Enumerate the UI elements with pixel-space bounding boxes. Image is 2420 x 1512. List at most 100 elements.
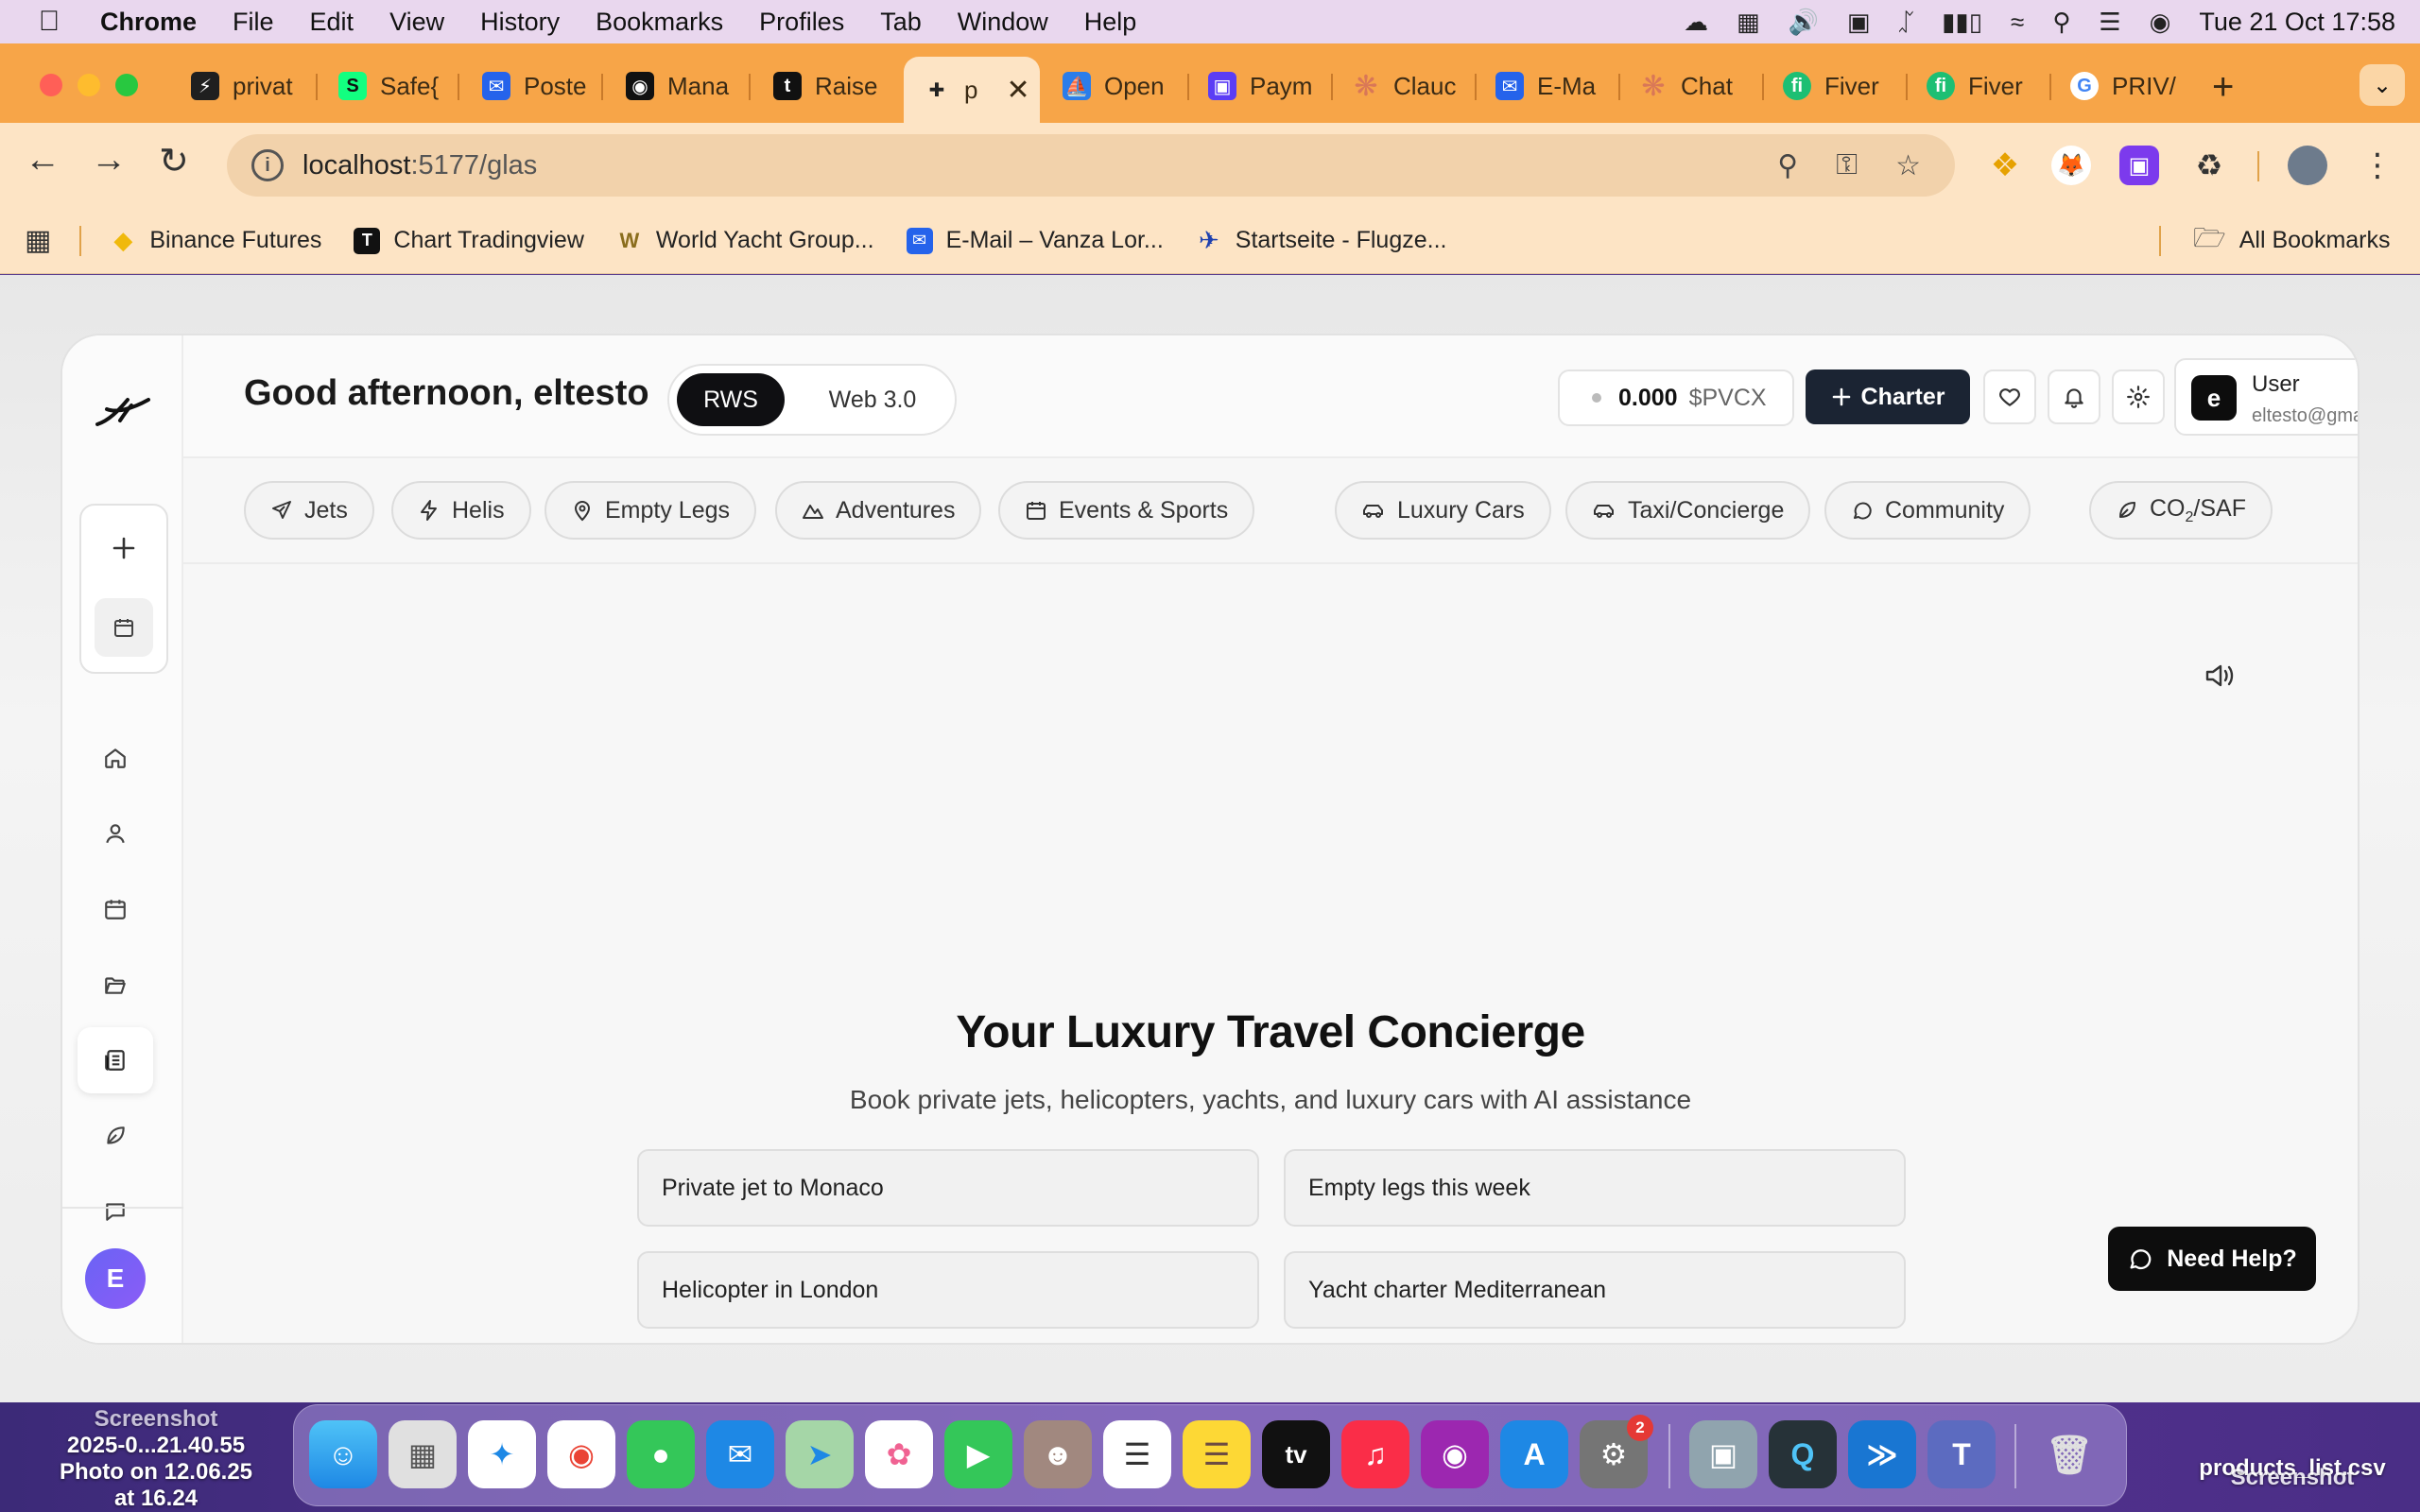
- profile-avatar-icon[interactable]: [2288, 146, 2327, 185]
- apple-icon[interactable]: : [21, 6, 78, 38]
- category-empty-legs[interactable]: Empty Legs: [544, 481, 757, 540]
- browser-tab[interactable]: fi Fiver: [1783, 60, 1889, 112]
- close-window-button[interactable]: [40, 74, 62, 96]
- reminders-icon[interactable]: ☰: [1103, 1420, 1171, 1488]
- browser-tab[interactable]: ✉ E-Ma: [1495, 60, 1601, 112]
- category-co2-saf[interactable]: CO2/SAF: [2089, 481, 2273, 540]
- browser-tab-active[interactable]: ✚ p ✕: [904, 57, 1040, 123]
- menubar-clock[interactable]: Tue 21 Oct 17:58: [2199, 8, 2395, 37]
- user-menu[interactable]: e User eltesto@gmail....: [2174, 358, 2358, 436]
- memory-meter-icon[interactable]: ▦: [1737, 8, 1760, 37]
- location-pin-icon[interactable]: ⚲: [1777, 149, 1798, 182]
- category-taxi-concierge[interactable]: Taxi/Concierge: [1565, 481, 1811, 540]
- suggestion-chip[interactable]: Helicopter in London: [637, 1251, 1259, 1329]
- category-luxury-cars[interactable]: Luxury Cars: [1335, 481, 1551, 540]
- mail-icon[interactable]: ✉: [706, 1420, 774, 1488]
- password-key-icon[interactable]: ⚿: [1836, 149, 1858, 182]
- sidebar-item-news[interactable]: [78, 1027, 153, 1093]
- chrome-menu-icon[interactable]: ⋮: [2358, 146, 2397, 185]
- site-info-icon[interactable]: i: [251, 149, 284, 181]
- category-adventures[interactable]: Adventures: [775, 481, 982, 540]
- preview-icon[interactable]: ▣: [1689, 1420, 1757, 1488]
- menu-tab[interactable]: Tab: [880, 8, 922, 37]
- browser-tab[interactable]: ❋ Chat: [1639, 60, 1745, 112]
- suggestion-chip[interactable]: Empty legs this week: [1284, 1149, 1906, 1227]
- wifi-icon[interactable]: ≈: [2011, 8, 2024, 37]
- brand-logo-icon[interactable]: [87, 385, 159, 438]
- menu-help[interactable]: Help: [1084, 8, 1137, 37]
- address-bar[interactable]: i localhost:5177/glas ⚲ ⚿ ☆: [227, 134, 1955, 197]
- photos-icon[interactable]: ✿: [865, 1420, 933, 1488]
- mode-web3-button[interactable]: Web 3.0: [811, 373, 934, 426]
- bookmark-star-icon[interactable]: ☆: [1895, 149, 1921, 182]
- desktop-file-label-left[interactable]: Screenshot 2025-0...21.40.55 Photo on 12…: [38, 1406, 274, 1512]
- safari-icon[interactable]: ✦: [468, 1420, 536, 1488]
- sidebar-item-profile[interactable]: [78, 800, 153, 867]
- system-settings-icon[interactable]: ⚙ 2: [1580, 1415, 1653, 1488]
- browser-tab[interactable]: fi Fiver: [1927, 60, 2032, 112]
- apps-grid-icon[interactable]: ▦: [25, 224, 51, 257]
- browser-tab[interactable]: ◉ Mana: [626, 60, 732, 112]
- browser-tab[interactable]: S Safe{: [338, 60, 442, 112]
- notifications-button[interactable]: [2048, 369, 2100, 424]
- apple-tv-icon[interactable]: tv: [1262, 1420, 1330, 1488]
- podcasts-icon[interactable]: ◉: [1421, 1420, 1489, 1488]
- browser-tab[interactable]: t Raise: [773, 60, 879, 112]
- extension-icon[interactable]: ❖: [1985, 146, 2025, 185]
- category-helis[interactable]: Helis: [391, 481, 531, 540]
- calendar-quick-button[interactable]: [95, 598, 153, 657]
- menu-window[interactable]: Window: [958, 8, 1048, 37]
- teams-icon[interactable]: T: [1927, 1420, 1996, 1488]
- siri-icon[interactable]: ◉: [2150, 8, 2171, 37]
- desktop-file-label-right[interactable]: products_list.csv Screenshot: [2165, 1455, 2420, 1491]
- volume-icon[interactable]: 🔊: [1789, 8, 1819, 37]
- new-tab-button[interactable]: +: [2212, 66, 2234, 109]
- token-balance[interactable]: 0.000 $PVCX: [1558, 369, 1794, 426]
- browser-tab[interactable]: ▣ Paym: [1208, 60, 1314, 112]
- sound-toggle-button[interactable]: [2204, 662, 2237, 695]
- extension-icon[interactable]: ▣: [2119, 146, 2159, 185]
- finder-icon[interactable]: ☺: [309, 1420, 377, 1488]
- category-events-sports[interactable]: Events & Sports: [998, 481, 1255, 540]
- sidebar-item-messages[interactable]: [78, 1178, 153, 1245]
- menu-history[interactable]: History: [480, 8, 560, 37]
- menu-profiles[interactable]: Profiles: [759, 8, 844, 37]
- quicktime-icon[interactable]: Q: [1769, 1420, 1837, 1488]
- suggestion-chip[interactable]: Private jet to Monaco: [637, 1149, 1259, 1227]
- extensions-puzzle-icon[interactable]: ♻: [2189, 146, 2229, 185]
- zoom-window-button[interactable]: [115, 74, 138, 96]
- reload-button[interactable]: ↻: [159, 140, 189, 182]
- bookmark-item[interactable]: W World Yacht Group...: [616, 227, 874, 254]
- browser-tab[interactable]: ✉ Poste: [482, 60, 588, 112]
- cloud-status-icon[interactable]: ☁: [1684, 8, 1708, 37]
- mode-rws-button[interactable]: RWS: [677, 373, 785, 426]
- chrome-icon[interactable]: ◉: [547, 1420, 615, 1488]
- category-jets[interactable]: Jets: [244, 481, 374, 540]
- need-help-button[interactable]: Need Help?: [2108, 1227, 2316, 1291]
- app-store-icon[interactable]: A: [1500, 1420, 1568, 1488]
- bookmark-item[interactable]: T Chart Tradingview: [354, 227, 584, 254]
- minimize-window-button[interactable]: [78, 74, 100, 96]
- facetime-icon[interactable]: ▶: [944, 1420, 1012, 1488]
- sidebar-item-home[interactable]: [78, 725, 153, 791]
- bookmark-item[interactable]: ✈ Startseite - Flugze...: [1196, 226, 1447, 254]
- browser-tab[interactable]: ⛵ Open: [1063, 60, 1172, 112]
- user-avatar[interactable]: E: [85, 1248, 146, 1309]
- back-button[interactable]: ←: [25, 140, 60, 180]
- keyboard-input-icon[interactable]: ▣: [1847, 8, 1871, 37]
- menu-view[interactable]: View: [389, 8, 444, 37]
- sidebar-item-documents[interactable]: [78, 952, 153, 1018]
- metamask-icon[interactable]: 🦊: [2051, 146, 2091, 185]
- menu-bookmarks[interactable]: Bookmarks: [596, 8, 723, 37]
- close-tab-icon[interactable]: ✕: [1006, 74, 1029, 107]
- trash-icon[interactable]: 🗑: [2035, 1420, 2103, 1488]
- menu-edit[interactable]: Edit: [310, 8, 354, 37]
- music-icon[interactable]: ♫: [1341, 1420, 1409, 1488]
- sidebar-item-bookings[interactable]: [78, 876, 153, 942]
- spotlight-search-icon[interactable]: ⚲: [2052, 8, 2070, 37]
- launchpad-icon[interactable]: ▦: [389, 1420, 457, 1488]
- suggestion-chip[interactable]: Yacht charter Mediterranean: [1284, 1251, 1906, 1329]
- contacts-icon[interactable]: ☻: [1024, 1420, 1092, 1488]
- browser-tab[interactable]: ⚡ privat: [191, 60, 304, 112]
- browser-tab[interactable]: G PRIV/: [2070, 60, 2176, 112]
